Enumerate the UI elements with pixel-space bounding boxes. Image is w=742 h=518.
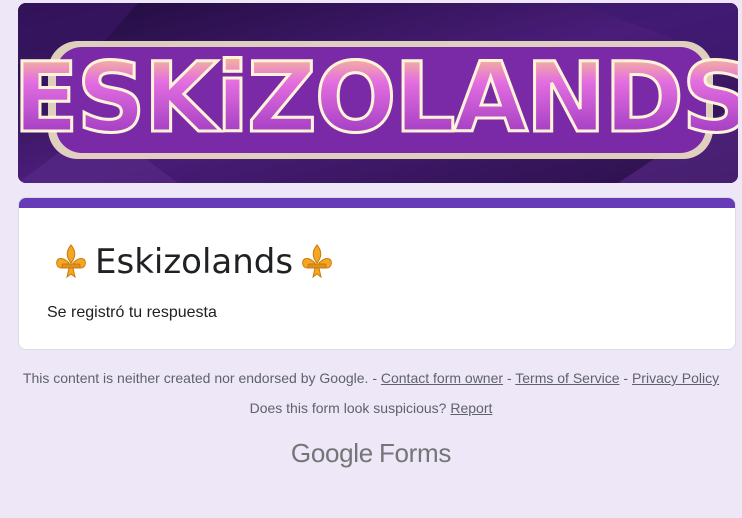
form-title: Eskizolands — [53, 242, 335, 282]
confirmation-card: Eskizolands Se registró tu respuesta — [18, 197, 736, 350]
banner-title-text: ESKiZOLANDS — [18, 42, 738, 154]
terms-of-service-link[interactable]: Terms of Service — [515, 370, 619, 386]
header-banner-image: ESKiZOLANDS — [18, 3, 738, 183]
separator: - — [506, 370, 512, 386]
report-link[interactable]: Report — [450, 400, 492, 416]
disclaimer-text: This content is neither created nor endo… — [22, 370, 377, 386]
footer-disclaimer: This content is neither created nor endo… — [0, 370, 742, 386]
card-accent-bar — [19, 198, 735, 208]
form-title-text: Eskizolands — [95, 242, 294, 282]
fleur-de-lis-icon — [56, 244, 86, 279]
contact-form-owner-link[interactable]: Contact form owner — [381, 370, 503, 386]
confirmation-message: Se registró tu respuesta — [47, 304, 217, 321]
suspicious-text: Does this form look suspicious? — [249, 400, 447, 416]
banner-graphic: ESKiZOLANDS — [18, 3, 738, 183]
privacy-policy-link[interactable]: Privacy Policy — [632, 370, 719, 386]
google-wordmark: Google — [290, 438, 373, 468]
forms-wordmark: Forms — [378, 438, 452, 468]
google-forms-logo[interactable]: Google Forms — [0, 438, 742, 469]
separator: - — [623, 370, 629, 386]
page: ESKiZOLANDS Eskizolands Se registró tu r… — [0, 0, 742, 518]
footer-report: Does this form look suspicious? Report — [0, 400, 742, 416]
fleur-de-lis-icon — [302, 244, 332, 279]
